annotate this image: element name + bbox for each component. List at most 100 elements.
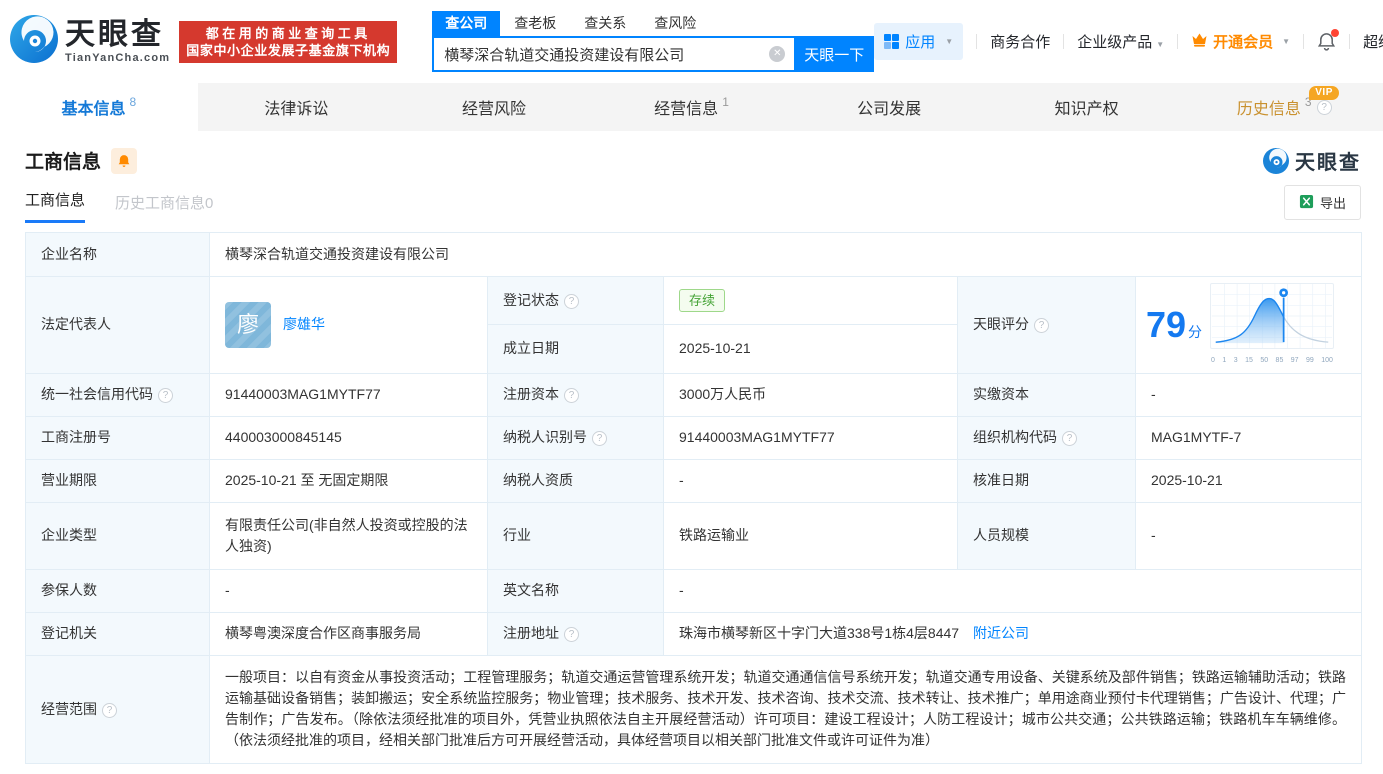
table-row: 工商注册号 440003000845145 纳税人识别号 91440003MAG…	[25, 415, 1362, 460]
field-score-label: 天眼评分	[957, 276, 1136, 374]
search-tab-risk[interactable]: 查风险	[640, 11, 710, 36]
tab-basic-info[interactable]: 基本信息 8	[0, 83, 198, 131]
field-paid-capital-label: 实缴资本	[957, 372, 1136, 417]
help-icon[interactable]	[564, 294, 579, 310]
logo-title: 天眼查	[65, 17, 164, 51]
field-org-code-value: MAG1MYTF-7	[1135, 415, 1362, 460]
field-reg-capital-label: 注册资本	[487, 372, 664, 417]
section-title: 工商信息	[25, 152, 102, 173]
top-nav: 应用 商务合作 企业级产品 开通会员 超级...	[874, 23, 1383, 60]
field-company-type-value: 有限责任公司(非自然人投资或控股的法人独资)	[209, 501, 488, 570]
promo-line1: 都在用的商业查询工具	[205, 25, 371, 41]
help-icon[interactable]	[1062, 431, 1077, 446]
search-tab-company[interactable]: 查公司	[432, 11, 501, 36]
field-company-name-value: 横琴深合轨道交通投资建设有限公司	[209, 232, 1362, 277]
divider	[1063, 34, 1065, 49]
field-english-name-value: -	[663, 568, 1362, 613]
tab-count: 1	[722, 95, 729, 109]
nav-super-vip[interactable]: 超级...	[1363, 31, 1383, 52]
chevron-down-icon	[1156, 39, 1164, 50]
tab-label: 公司发展	[857, 101, 922, 118]
field-staff-size-value: -	[1135, 501, 1362, 570]
field-credit-code-label: 统一社会信用代码	[25, 372, 210, 417]
field-reg-address-value: 珠海市横琴新区十字门大道338号1栋4层8447 附近公司	[663, 611, 1362, 656]
legal-rep-avatar[interactable]: 廖	[225, 301, 271, 348]
field-business-scope-label: 经营范围	[25, 654, 210, 764]
promo-line2: 国家中小企业发展子基金旗下机构	[186, 42, 391, 58]
field-reg-authority-value: 横琴粤澳深度合作区商事服务局	[209, 611, 488, 656]
tab-intellectual-property[interactable]: 知识产权	[988, 83, 1186, 131]
logo-subtitle: TianYanCha.com	[65, 51, 171, 64]
field-company-name-label: 企业名称	[25, 232, 210, 277]
help-icon[interactable]	[102, 702, 117, 718]
field-legal-rep-label: 法定代表人	[25, 276, 210, 374]
field-legal-rep-value: 廖 廖雄华	[209, 276, 488, 374]
field-reg-address-label: 注册地址	[487, 611, 664, 656]
tab-label: 知识产权	[1054, 101, 1119, 118]
main-content: 工商信息 天眼查 工商信息 历史工商信息0 导出 企业名称 横琴深合轨道交通投资…	[0, 131, 1383, 764]
search-input[interactable]	[432, 36, 795, 72]
page-header: 天眼查 TianYanCha.com 都在用的商业查询工具 国家中小企业发展子基…	[0, 0, 1383, 83]
table-row: 参保人数 - 英文名称 -	[25, 568, 1362, 613]
tab-operating-risk[interactable]: 经营风险	[395, 83, 593, 131]
subtab-history-business-info[interactable]: 历史工商信息0	[115, 192, 213, 223]
tianyancha-logo[interactable]: 天眼查 TianYanCha.com	[10, 15, 170, 68]
tab-label: 经营风险	[461, 101, 526, 118]
field-score-value: 79 分 0 1 3 15 50 85 97 99 100	[1135, 276, 1362, 374]
help-icon[interactable]	[592, 431, 607, 446]
notification-dot	[1331, 29, 1340, 37]
open-vip-button[interactable]: 开通会员	[1191, 31, 1290, 52]
field-staff-size-label: 人员规模	[957, 501, 1136, 570]
search-tab-bar: 查公司 查老板 查关系 查风险	[432, 11, 874, 36]
field-business-term-value: 2025-10-21 至 无固定期限	[209, 458, 488, 503]
nearby-companies-link[interactable]: 附近公司	[973, 625, 1029, 641]
excel-icon	[1299, 194, 1314, 212]
search-area: 查公司 查老板 查关系 查风险 天眼一下	[432, 11, 875, 72]
help-icon[interactable]	[564, 627, 579, 642]
apps-label: 应用	[905, 34, 936, 51]
score-axis-labels: 0 1 3 15 50 85 97 99 100	[1211, 357, 1333, 364]
company-tab-bar: 基本信息 8 法律诉讼 经营风险 经营信息 1 公司发展 知识产权 历史信息 3…	[0, 83, 1383, 131]
chevron-down-icon	[945, 36, 953, 47]
promo-banner: 都在用的商业查询工具 国家中小企业发展子基金旗下机构	[179, 20, 398, 63]
search-tab-boss[interactable]: 查老板	[500, 11, 570, 36]
nav-enterprise-products[interactable]: 企业级产品	[1077, 31, 1164, 52]
tianyancha-logo-icon	[10, 15, 58, 68]
tab-legal-proceedings[interactable]: 法律诉讼	[198, 83, 396, 131]
field-industry-value: 铁路运输业	[663, 501, 958, 570]
tab-label: 法律诉讼	[264, 101, 329, 118]
field-reg-status-label: 登记状态	[487, 275, 664, 326]
apps-grid-icon	[884, 34, 900, 49]
notification-bell-icon[interactable]	[1317, 29, 1340, 51]
field-establish-date-label: 成立日期	[487, 324, 664, 374]
vip-badge: VIP	[1309, 86, 1339, 100]
legal-rep-link[interactable]: 廖雄华	[283, 314, 325, 335]
field-taxpayer-quality-value: -	[663, 458, 958, 503]
field-taxpayer-quality-label: 纳税人资质	[487, 458, 664, 503]
export-button[interactable]: 导出	[1283, 185, 1361, 220]
field-reg-status-value: 存续	[663, 275, 958, 326]
tab-history-info[interactable]: 历史信息 3 VIP	[1185, 83, 1383, 131]
field-credit-code-value: 91440003MAG1MYTF77	[209, 372, 488, 417]
field-paid-capital-value: -	[1135, 372, 1362, 417]
tab-count: 8	[129, 95, 137, 109]
tab-operating-info[interactable]: 经营信息 1	[593, 83, 791, 131]
table-row: 经营范围 一般项目：以自有资金从事投资活动；工程管理服务；轨道交通运营管理系统开…	[25, 654, 1362, 764]
subtab-business-info[interactable]: 工商信息	[25, 189, 86, 223]
help-icon[interactable]	[1034, 318, 1049, 334]
field-taxpayer-id-value: 91440003MAG1MYTF77	[663, 415, 958, 460]
search-tab-relation[interactable]: 查关系	[570, 11, 640, 36]
tab-company-development[interactable]: 公司发展	[790, 83, 988, 131]
subscribe-bell-icon[interactable]	[111, 147, 138, 174]
help-icon[interactable]	[1316, 99, 1332, 115]
field-company-type-label: 企业类型	[25, 501, 210, 570]
nav-cooperation[interactable]: 商务合作	[990, 31, 1050, 52]
field-insured-label: 参保人数	[25, 568, 210, 613]
help-icon[interactable]	[564, 388, 579, 403]
field-establish-date-value: 2025-10-21	[663, 324, 958, 374]
search-button[interactable]: 天眼一下	[794, 36, 875, 72]
apps-menu[interactable]: 应用	[874, 23, 964, 60]
table-row: 登记机关 横琴粤澳深度合作区商事服务局 注册地址 珠海市横琴新区十字门大道338…	[25, 611, 1362, 656]
help-icon[interactable]	[158, 388, 173, 403]
status-badge: 存续	[679, 288, 726, 313]
